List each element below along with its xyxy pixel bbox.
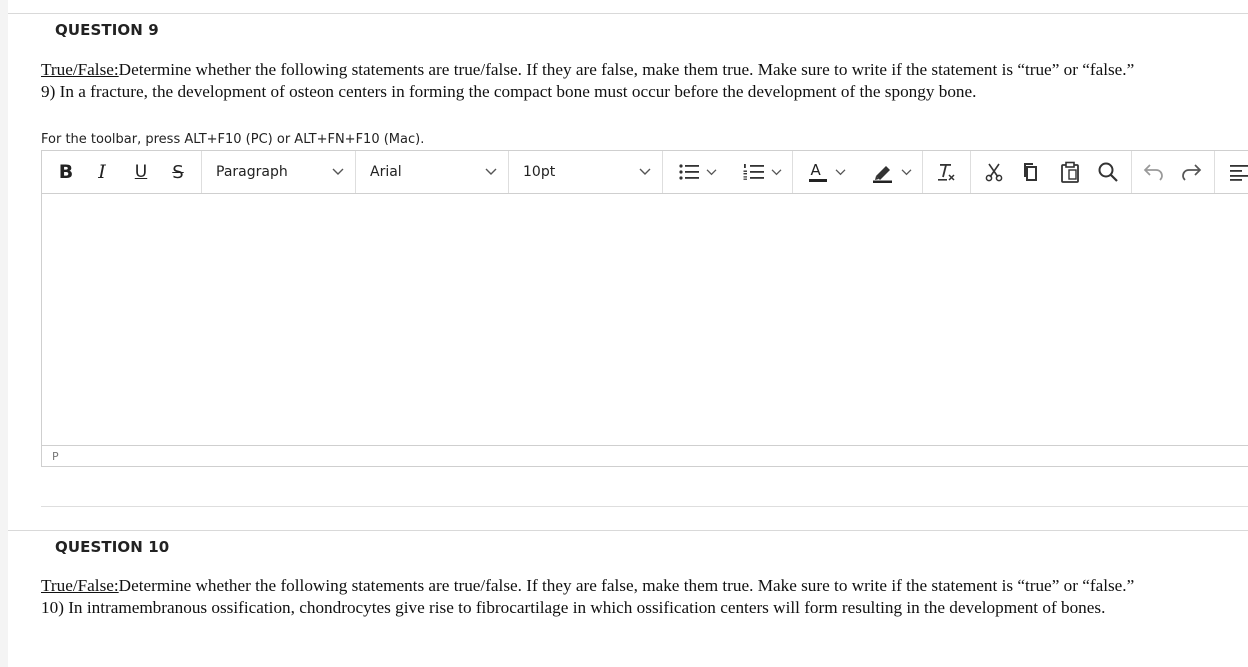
question-10-text: True/False:Determine whether the followi… (41, 575, 1231, 619)
toolbar-separator (970, 151, 971, 193)
element-path: P (52, 450, 59, 463)
question-9-text: True/False:Determine whether the followi… (41, 59, 1231, 103)
editor-toolbar: B I U S Paragraph Arial 10pt A (42, 151, 1248, 194)
redo-button[interactable] (1176, 151, 1206, 193)
toolbar-separator (662, 151, 663, 193)
find-button[interactable] (1094, 151, 1122, 193)
question-9-title: QUESTION 9 (55, 21, 159, 39)
chevron-down-icon (901, 168, 912, 175)
strikethrough-label: S (172, 161, 184, 183)
italic-button[interactable]: I (90, 151, 114, 193)
question-10-prefix: True/False: (41, 576, 119, 595)
block-format-value: Paragraph (216, 164, 288, 180)
chevron-down-icon (485, 168, 497, 175)
block-format-select[interactable]: Paragraph (202, 151, 355, 193)
copy-icon (1024, 163, 1037, 181)
question-10-statement: 10) In intramembranous ossification, cho… (41, 598, 1106, 617)
underline-button[interactable]: U (129, 151, 153, 193)
paste-icon (1061, 161, 1079, 183)
chevron-down-icon (771, 168, 781, 175)
highlight-color-button[interactable] (866, 151, 918, 193)
bold-label: B (58, 161, 74, 183)
toolbar-separator (922, 151, 923, 193)
undo-button[interactable] (1139, 151, 1169, 193)
underline-label: U (134, 162, 148, 182)
font-size-select[interactable]: 10pt (509, 151, 662, 193)
strikethrough-button[interactable]: S (166, 151, 190, 193)
chevron-down-icon (639, 168, 651, 175)
align-icon (1230, 165, 1248, 181)
toolbar-separator (1131, 151, 1132, 193)
divider (8, 530, 1248, 531)
question-10-title: QUESTION 10 (55, 538, 170, 556)
font-family-select[interactable]: Arial (356, 151, 508, 193)
toolbar-hint: For the toolbar, press ALT+F10 (PC) or A… (41, 132, 425, 147)
bold-button[interactable]: B (54, 151, 78, 193)
text-color-letter: A (810, 161, 821, 179)
question-9-statement: 9) In a fracture, the development of ost… (41, 82, 977, 101)
redo-icon (1182, 164, 1202, 181)
toolbar-separator (1214, 151, 1215, 193)
divider (8, 13, 1248, 14)
cut-button[interactable] (980, 151, 1008, 193)
clear-formatting-button[interactable] (930, 151, 962, 193)
text-color-button[interactable]: A (802, 151, 852, 193)
copy-button[interactable] (1017, 151, 1045, 193)
numbered-list-icon (743, 164, 764, 180)
font-family-value: Arial (370, 164, 402, 180)
clear-formatting-icon (938, 164, 955, 181)
undo-icon (1143, 164, 1163, 181)
align-button[interactable] (1222, 151, 1248, 193)
editor-statusbar: P (42, 445, 1248, 466)
left-gutter (0, 0, 8, 667)
chevron-down-icon (332, 168, 344, 175)
question-9-prefix: True/False: (41, 60, 119, 79)
bullet-list-button[interactable] (672, 151, 722, 193)
paste-button[interactable] (1056, 151, 1084, 193)
italic-label: I (98, 161, 106, 183)
find-icon (1098, 162, 1118, 182)
toolbar-separator (792, 151, 793, 193)
chevron-down-icon (835, 168, 845, 175)
question-10-instruction: Determine whether the following statemen… (118, 576, 1135, 595)
editor-content-area[interactable] (42, 194, 1248, 447)
cut-icon (985, 163, 1003, 182)
chevron-down-icon (706, 168, 716, 175)
text-color-icon: A (808, 161, 827, 183)
rich-text-editor: B I U S Paragraph Arial 10pt A P (41, 150, 1248, 467)
divider (41, 506, 1248, 507)
font-size-value: 10pt (523, 164, 556, 180)
highlight-icon (873, 166, 892, 183)
question-9-instruction: Determine whether the following statemen… (118, 60, 1135, 79)
bullet-list-icon (678, 164, 699, 180)
numbered-list-button[interactable] (736, 151, 788, 193)
